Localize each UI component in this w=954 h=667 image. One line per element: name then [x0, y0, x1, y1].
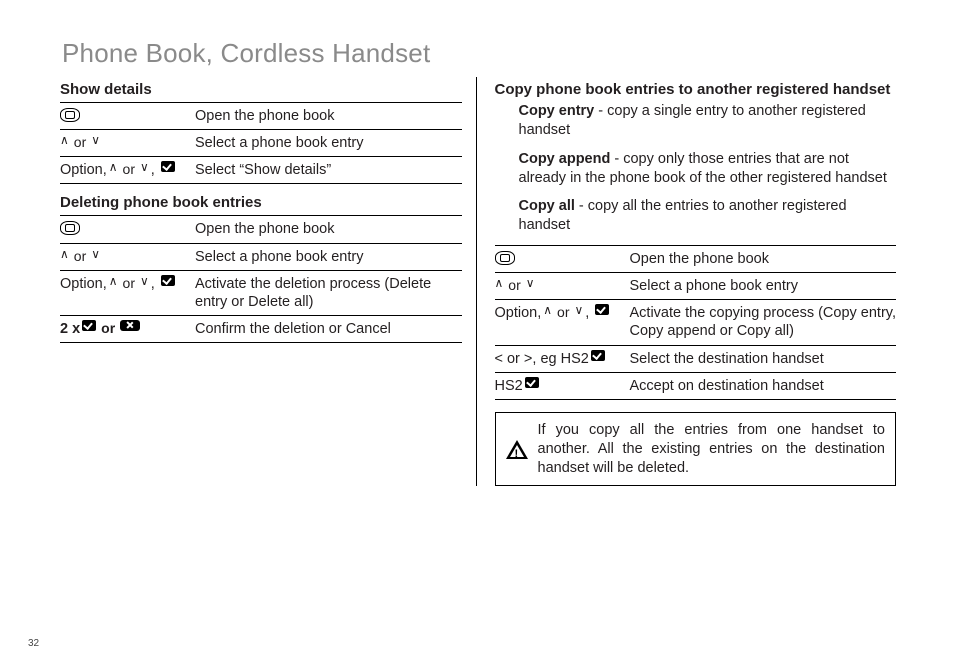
up-arrow-icon: ∧ [109, 275, 118, 287]
nav-key-text: < or >, eg HS2 [495, 350, 589, 368]
or-text: or [123, 275, 135, 293]
manual-page: Phone Book, Cordless Handset Show detail… [0, 0, 954, 506]
heading-copy: Copy phone book entries to another regis… [495, 77, 897, 102]
instruction-text: Confirm the deletion or Cancel [195, 320, 462, 338]
copy-append-label: Copy append [519, 151, 611, 167]
check-icon [595, 304, 609, 315]
columns: Show details Open the phone book ∧ or ∨ … [60, 77, 896, 486]
copy-entry-desc: Copy entry - copy a single entry to anot… [519, 102, 897, 140]
down-arrow-icon: ∨ [526, 277, 535, 289]
down-arrow-icon: ∨ [140, 161, 149, 173]
or-text: or [123, 161, 135, 179]
up-arrow-icon: ∧ [109, 161, 118, 173]
copy-append-desc: Copy append - copy only those entries th… [519, 150, 897, 188]
warning-text: If you copy all the entries from one han… [538, 421, 886, 478]
table-row: Open the phone book [495, 245, 897, 272]
table-row: ∧ or ∨ Select a phone book entry [60, 129, 462, 156]
or-text: or [101, 320, 115, 338]
instruction-text: Accept on destination handset [630, 377, 897, 395]
table-row: Option, ∧ or ∨ , Activate the copying pr… [495, 299, 897, 344]
table-row: Option, ∧ or ∨ , Activate the deletion p… [60, 270, 462, 315]
table-row: Open the phone book [60, 215, 462, 242]
check-icon [82, 320, 96, 331]
or-text: or [74, 134, 86, 152]
or-text: or [557, 304, 569, 322]
check-icon [161, 275, 175, 286]
copy-all-label: Copy all [519, 198, 575, 214]
left-column: Show details Open the phone book ∧ or ∨ … [60, 77, 477, 486]
instruction-text: Open the phone book [630, 250, 897, 268]
up-arrow-icon: ∧ [495, 277, 504, 289]
phonebook-icon [60, 221, 80, 235]
instruction-text: Select a phone book entry [630, 277, 897, 295]
table-row: Option, ∧ or ∨ , Select “Show details” [60, 156, 462, 184]
page-number: 32 [28, 638, 39, 649]
up-arrow-icon: ∧ [60, 134, 69, 146]
table-row: Open the phone book [60, 102, 462, 129]
instruction-text: Open the phone book [195, 220, 462, 238]
instruction-text: Open the phone book [195, 107, 462, 125]
heading-deleting: Deleting phone book entries [60, 190, 462, 215]
hs2-key-text: HS2 [495, 377, 523, 395]
check-icon [591, 350, 605, 361]
phonebook-icon [495, 251, 515, 265]
down-arrow-icon: ∨ [91, 248, 100, 260]
table-row: ∧ or ∨ Select a phone book entry [60, 243, 462, 270]
heading-show-details: Show details [60, 77, 462, 102]
copy-entry-label: Copy entry [519, 103, 595, 119]
up-arrow-icon: ∧ [60, 248, 69, 260]
option-prefix: Option, [495, 304, 542, 322]
down-arrow-icon: ∨ [140, 275, 149, 287]
down-arrow-icon: ∨ [575, 304, 584, 316]
up-arrow-icon: ∧ [543, 304, 552, 316]
check-icon [161, 161, 175, 172]
instruction-text: Select a phone book entry [195, 248, 462, 266]
instruction-text: Select the destination handset [630, 350, 897, 368]
table-row: HS2 Accept on destination handset [495, 372, 897, 400]
table-row: ∧ or ∨ Select a phone book entry [495, 272, 897, 299]
warning-icon: ! [506, 440, 528, 459]
down-arrow-icon: ∨ [91, 134, 100, 146]
instruction-text: Activate the copying process (Copy entry… [630, 304, 897, 340]
option-prefix: Option, [60, 275, 107, 293]
page-title: Phone Book, Cordless Handset [62, 38, 896, 69]
cancel-icon [120, 320, 140, 331]
instruction-text: Activate the deletion process (Delete en… [195, 275, 462, 311]
phonebook-icon [60, 108, 80, 122]
table-row: 2 x or Confirm the deletion or Cancel [60, 315, 462, 343]
instruction-text: Select a phone book entry [195, 134, 462, 152]
instruction-text: Select “Show details” [195, 161, 462, 179]
twox-prefix: 2 x [60, 320, 80, 338]
or-text: or [508, 277, 520, 295]
warning-box: ! If you copy all the entries from one h… [495, 412, 897, 487]
copy-all-desc: Copy all - copy all the entries to anoth… [519, 197, 897, 235]
check-icon [525, 377, 539, 388]
option-prefix: Option, [60, 161, 107, 179]
right-column: Copy phone book entries to another regis… [495, 77, 897, 486]
or-text: or [74, 248, 86, 266]
table-row: < or >, eg HS2 Select the destination ha… [495, 345, 897, 372]
